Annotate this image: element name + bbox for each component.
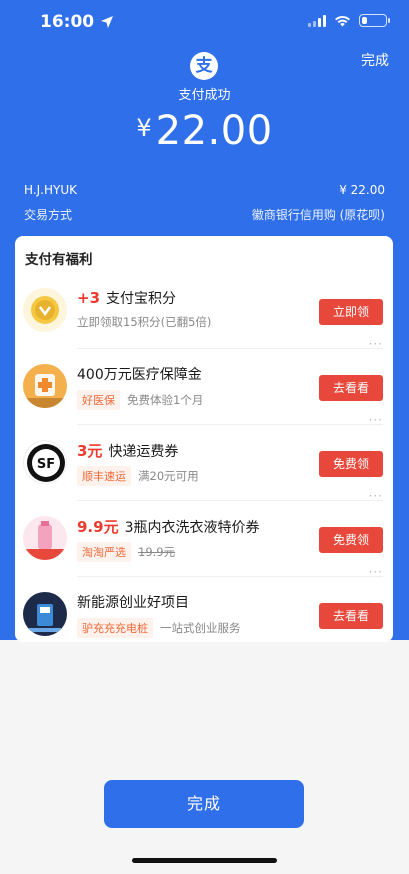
status-time-text: 16:00: [40, 12, 95, 32]
done-link-top[interactable]: 完成: [361, 50, 389, 70]
more-options-icon[interactable]: ···: [369, 565, 383, 579]
wifi-icon: [335, 15, 350, 26]
payee-name: H.J.HYUK: [24, 183, 77, 197]
benefit-highlight: +3: [77, 289, 101, 307]
svg-text:SF: SF: [37, 457, 55, 472]
benefit-title: 新能源创业好项目: [77, 595, 189, 611]
payment-status: 支付成功: [178, 88, 231, 103]
sf-express-icon: SF: [23, 440, 67, 484]
benefit-tag: 淘淘严选: [77, 542, 131, 562]
more-options-icon[interactable]: ···: [369, 413, 383, 427]
payment-amount: ¥22.00: [0, 108, 409, 154]
status-bar: 16:00: [0, 0, 409, 44]
benefit-desc: 免费体验1个月: [127, 393, 204, 407]
view-button[interactable]: 去看看: [319, 375, 383, 401]
location-arrow-icon: [101, 16, 114, 28]
benefit-item-laundry-coupon[interactable]: ··· 9.9元 3瓶内衣洗衣液特价券 淘淘严选 19.9元 免费领: [15, 489, 393, 577]
battery-icon: [359, 14, 390, 27]
amount-value: 22.00: [155, 108, 273, 154]
payment-method-row: 交易方式 徽商银行信用购 (原花呗): [24, 206, 385, 223]
benefit-item-points[interactable]: +3 支付宝积分 立即领取15积分(已翻5倍) 立即领: [15, 273, 393, 349]
laundry-product-icon: [23, 516, 67, 560]
alipay-logo-icon: 支: [190, 52, 218, 80]
benefit-title: 400万元医疗保障金: [77, 367, 202, 383]
original-price: 19.9元: [138, 545, 176, 559]
payee-row: H.J.HYUK ¥ 22.00: [24, 183, 385, 197]
benefit-title: 快递运费券: [108, 443, 179, 460]
benefit-tag: 好医保: [77, 390, 120, 410]
status-time: 16:00: [40, 12, 114, 32]
benefit-title: 3瓶内衣洗衣液特价券: [124, 519, 260, 536]
insurance-icon: [23, 364, 67, 408]
benefits-title: 支付有福利: [25, 252, 93, 268]
points-icon: [23, 288, 67, 332]
benefit-tag: 顺丰速运: [77, 466, 131, 486]
currency-symbol: ¥: [136, 114, 152, 142]
cellular-signal-icon: [308, 14, 326, 27]
benefit-highlight: 3元: [77, 442, 103, 460]
benefit-desc: 立即领取15积分(已翻5倍): [77, 315, 212, 329]
benefits-card: 支付有福利 +3 支付宝积分 立即领取15积分(已翻5倍) 立即领 ··· 40…: [15, 236, 393, 642]
done-button[interactable]: 完成: [104, 780, 304, 828]
home-indicator[interactable]: [132, 858, 277, 863]
benefit-item-shipping-coupon[interactable]: ··· SF 3元 快递运费券 顺丰速运 满20元可用 免费领: [15, 413, 393, 501]
free-claim-button[interactable]: 免费领: [319, 451, 383, 477]
claim-now-button[interactable]: 立即领: [319, 299, 383, 325]
free-claim-button[interactable]: 免费领: [319, 527, 383, 553]
benefit-tag: 驴充充充电桩: [77, 618, 153, 638]
benefit-title: 支付宝积分: [106, 291, 177, 307]
benefit-highlight: 9.9元: [77, 518, 119, 536]
battery-level: [362, 17, 367, 24]
payment-method-label: 交易方式: [24, 208, 73, 222]
more-options-icon[interactable]: ···: [369, 489, 383, 503]
payment-method-value: 徽商银行信用购 (原花呗): [251, 208, 385, 222]
benefit-desc: 满20元可用: [138, 469, 199, 483]
benefit-item-charging-business[interactable]: ··· 新能源创业好项目 驴充充充电桩 一站式创业服务 去看看: [15, 565, 393, 642]
view-button[interactable]: 去看看: [319, 603, 383, 629]
benefit-desc: 一站式创业服务: [160, 621, 241, 635]
benefit-item-insurance[interactable]: ··· 400万元医疗保障金 好医保 免费体验1个月 去看看: [15, 337, 393, 425]
payee-amount: ¥ 22.00: [339, 183, 385, 197]
more-options-icon[interactable]: ···: [369, 337, 383, 351]
status-icons: [308, 14, 390, 27]
bottom-background: [0, 640, 409, 874]
charging-station-icon: [23, 592, 67, 636]
